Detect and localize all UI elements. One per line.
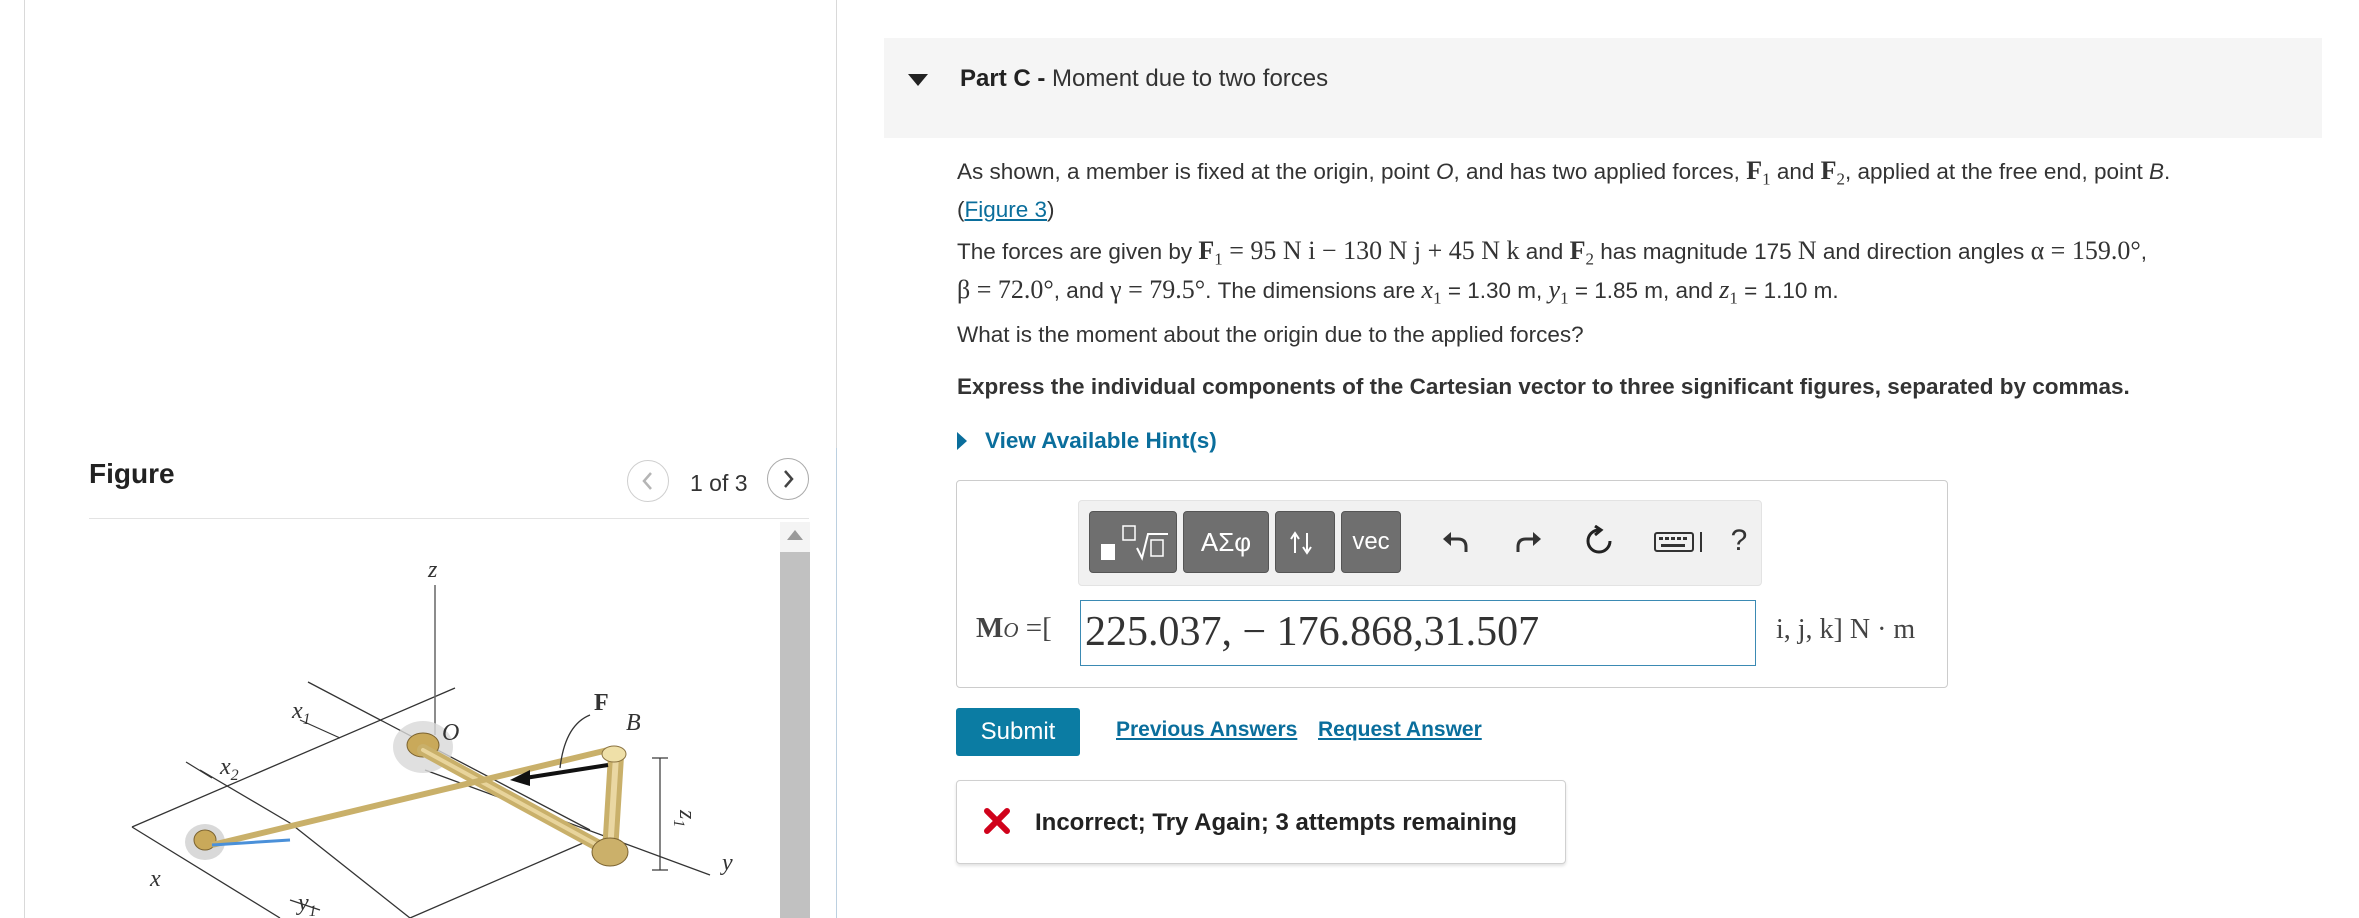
figure-scrollbar-thumb[interactable] [780,552,810,918]
problem-question: What is the moment about the origin due … [957,322,1584,347]
arrows-icon [1290,531,1312,555]
panel-divider-accent [836,448,837,918]
answer-label: MO =[ [976,612,1052,644]
keyboard-icon[interactable] [1649,521,1713,561]
answer-instruction: Express the individual components of the… [957,374,2130,399]
arrows-button[interactable] [1275,511,1335,573]
figure-label-y: y [720,850,733,876]
previous-figure-button[interactable] [627,460,669,502]
figure-divider [89,518,809,519]
help-button[interactable]: ? [1719,521,1759,561]
figure-label-z: z [427,557,438,583]
greek-symbols-button[interactable]: ΑΣφ [1183,511,1269,573]
previous-answers-link[interactable]: Previous Answers [1116,718,1297,742]
left-panel-border [24,0,25,918]
figure-label-O: O [442,720,459,746]
equation-toolbar: ΑΣφ vec ? [1078,500,1762,586]
figure-link[interactable]: Figure 3 [965,197,1048,222]
chevron-right-icon [784,470,794,488]
figure-label-F: F [594,690,609,716]
fraction-root-template-icon [1101,525,1168,561]
problem-given-values: The forces are given by F1 = 95 N i − 13… [957,236,2148,307]
feedback-box: Incorrect; Try Again; 3 attempts remaini… [956,780,1566,864]
chevron-left-icon [642,472,652,490]
figure-page-indicator: 1 of 3 [690,470,748,496]
reset-icon[interactable] [1579,521,1619,561]
request-answer-link[interactable]: Request Answer [1318,718,1482,742]
feedback-message: Incorrect; Try Again; 3 attempts remaini… [1035,809,1517,836]
problem-statement: As shown, a member is fixed at the origi… [957,156,2171,222]
scroll-up-arrow-icon[interactable] [787,530,803,540]
figure-title: Figure [89,458,175,489]
figure-label-z1: z1 [670,809,700,827]
incorrect-x-icon [984,808,1010,834]
part-title: Part C - Moment due to two forces [960,65,1329,92]
caret-down-icon[interactable] [908,74,928,86]
answer-units: i, j, k] N · m [1776,614,1916,645]
figure-label-y1: y1 [296,890,317,918]
view-hints-toggle[interactable]: View Available Hint(s) [957,428,1217,454]
caret-right-icon [957,432,967,450]
figure-label-x2: x2 [219,754,239,784]
answer-input[interactable]: 225.037, − 176.868,31.507 [1080,600,1756,666]
redo-icon[interactable] [1509,521,1549,561]
vector-button[interactable]: vec [1341,511,1401,573]
figure-label-x: x [149,866,161,892]
submit-button[interactable]: Submit [956,708,1080,756]
figure-label-x1: x1 [291,698,311,728]
figure-label-B: B [626,710,641,736]
undo-icon[interactable] [1435,521,1475,561]
figure-image: z x1 x2 x y1 y O B F z1 [131,557,733,918]
templates-button[interactable] [1089,511,1177,573]
next-figure-button[interactable] [767,458,809,500]
part-header[interactable]: Part C - Moment due to two forces [884,38,2322,138]
